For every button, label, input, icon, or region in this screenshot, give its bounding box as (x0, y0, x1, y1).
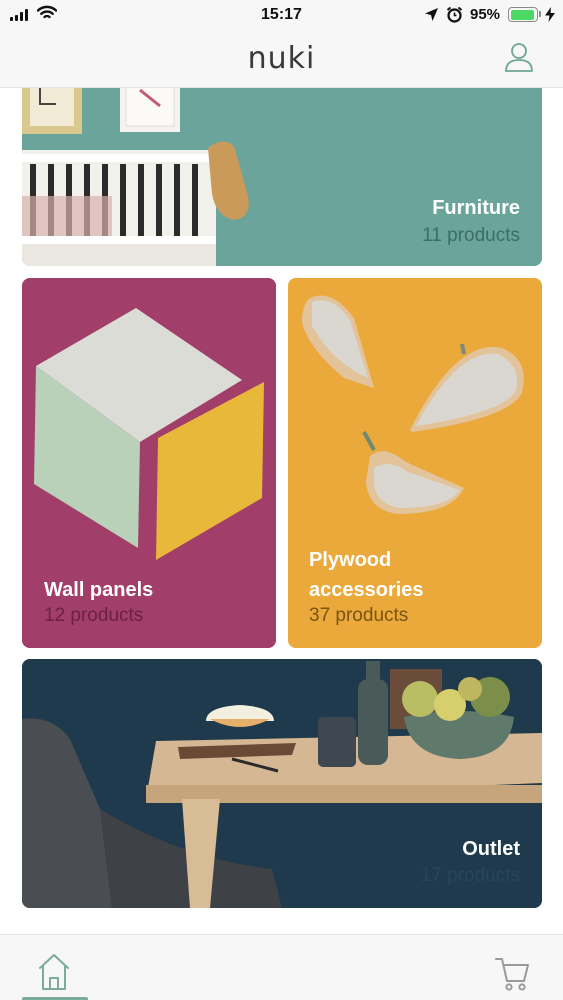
user-icon[interactable] (503, 40, 535, 74)
category-card-furniture[interactable]: Furniture 11 products (22, 88, 542, 266)
cart-icon[interactable] (478, 945, 542, 1000)
battery-cap (539, 11, 541, 17)
card-title: accessories (309, 579, 424, 601)
nav-bar: nuki (0, 30, 563, 88)
card-count: 17 products (420, 865, 520, 886)
alarm-icon (446, 6, 463, 23)
status-bar: 15:17 95% (0, 0, 563, 30)
card-title: Plywood (309, 549, 392, 571)
home-icon[interactable] (22, 945, 86, 1000)
app-screen: 15:17 95% nuki Furniture 11 products Wal… (0, 0, 563, 1000)
category-card-plywood-accessories[interactable]: Plywood accessories 37 products (288, 278, 542, 648)
battery-level (510, 9, 535, 20)
category-card-wall-panels[interactable]: Wall panels 12 products (22, 278, 276, 648)
card-count: 37 products (309, 605, 409, 626)
card-title: Outlet (462, 838, 520, 860)
tab-bar (0, 934, 563, 1000)
battery-percent: 95% (470, 6, 501, 23)
category-list: Furniture 11 products Wall panels 12 pro… (0, 88, 563, 934)
card-count: 12 products (44, 605, 144, 626)
location-arrow-icon (425, 8, 438, 21)
charging-bolt-icon (545, 7, 555, 22)
card-count: 11 products (422, 225, 520, 246)
battery-icon (508, 7, 538, 22)
card-title: Wall panels (44, 579, 154, 601)
category-card-outlet[interactable]: Outlet 17 products (22, 659, 542, 908)
card-title: Furniture (432, 197, 520, 219)
brand-logo[interactable]: nuki (0, 41, 563, 76)
